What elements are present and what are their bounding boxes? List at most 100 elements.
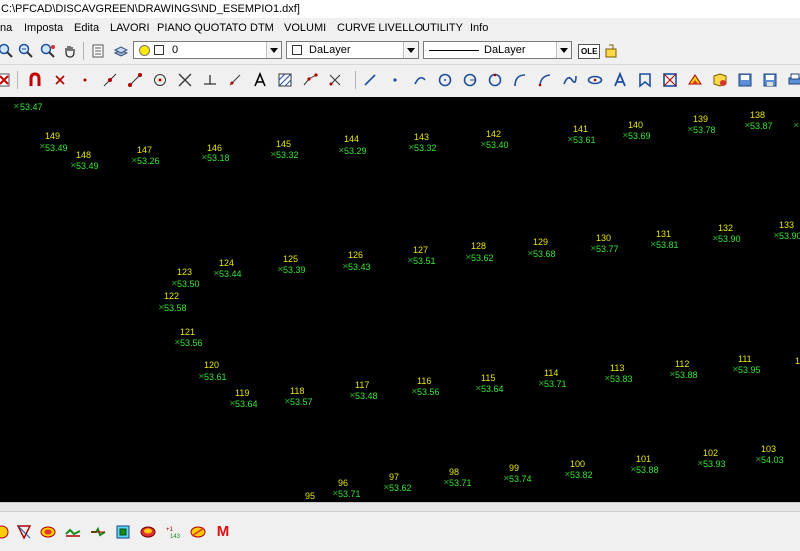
draw-arc-center-icon[interactable]	[510, 70, 530, 90]
menu-dtm[interactable]: DTM	[250, 18, 274, 38]
draw-text-icon[interactable]	[610, 70, 630, 90]
triangulate-icon[interactable]	[14, 522, 34, 542]
hatch-icon[interactable]	[275, 70, 295, 90]
point-elevation: 53.51	[413, 256, 436, 266]
draw-line-icon[interactable]	[360, 70, 380, 90]
export-icon[interactable]	[735, 70, 755, 90]
point-elevation: 53.64	[481, 384, 504, 394]
point-number: 101	[636, 454, 652, 464]
drawing-canvas[interactable]: x53.47✕ 149✕53.49 148✕53.49 147✕53.26 14…	[0, 97, 800, 502]
save-icon[interactable]	[760, 70, 780, 90]
draw-spline-icon[interactable]	[560, 70, 580, 90]
point-elevation: 53.50	[177, 279, 200, 289]
zoom-window-icon[interactable]	[0, 41, 16, 61]
point-number: 148	[76, 150, 92, 160]
menu-piano-quotato[interactable]: PIANO QUOTATO	[157, 18, 247, 38]
linetype-select[interactable]: DaLayer	[423, 41, 572, 59]
chevron-down-icon[interactable]	[556, 42, 571, 58]
menu-volumi[interactable]: VOLUMI	[284, 18, 326, 38]
draw-ellipse-icon[interactable]	[585, 70, 605, 90]
toolbar-separator	[83, 42, 84, 60]
surface-icon[interactable]	[685, 70, 705, 90]
properties-icon[interactable]	[88, 41, 108, 61]
horizontal-scrollbar[interactable]	[0, 502, 800, 511]
point-number: 141	[573, 124, 589, 134]
menu-imposta[interactable]: Imposta	[24, 18, 63, 38]
snap-end-icon[interactable]	[50, 70, 70, 90]
pan-hand-icon[interactable]	[60, 41, 80, 61]
point-elevation: 53.64	[235, 399, 258, 409]
dtm-icon[interactable]	[660, 70, 680, 90]
point-elevation: 53.74	[509, 474, 532, 484]
draw-point-icon[interactable]	[385, 70, 405, 90]
layers-icon[interactable]	[111, 41, 131, 61]
magnet-icon[interactable]	[25, 70, 45, 90]
layer-manager-icon[interactable]	[710, 70, 730, 90]
ole-button[interactable]: OLE	[578, 44, 601, 59]
ole-insert-icon[interactable]	[601, 41, 621, 61]
menu-utility[interactable]: UTILITY	[422, 18, 463, 38]
point-marker-icon: ✕	[13, 102, 20, 111]
zoom-previous-icon[interactable]	[38, 41, 58, 61]
point-number: 143	[414, 132, 430, 142]
point-elevation: 53.32	[414, 143, 437, 153]
zoom-extents-icon[interactable]	[16, 41, 36, 61]
snap-tangent-icon[interactable]	[225, 70, 245, 90]
menu-file[interactable]: na	[0, 18, 12, 38]
point-number: 149	[45, 131, 61, 141]
draw-curve-icon[interactable]	[535, 70, 555, 90]
standard-toolbar: 0 DaLayer DaLayer OLE	[0, 38, 800, 65]
select-icon[interactable]	[0, 522, 12, 542]
contour-icon[interactable]	[38, 522, 58, 542]
insert-block-icon[interactable]	[635, 70, 655, 90]
draw-arc-3p-icon[interactable]	[485, 70, 505, 90]
window-title: C:\PFCAD\DISCAVGREEN\DRAWINGS\ND_ESEMPIO…	[0, 0, 800, 18]
menu-edita[interactable]: Edita	[74, 18, 99, 38]
color-select[interactable]: DaLayer	[286, 41, 419, 59]
snap-perp-icon[interactable]	[200, 70, 220, 90]
snap-line-icon[interactable]	[125, 70, 145, 90]
point-number-partial: 1	[795, 356, 800, 366]
polyline-snap-icon[interactable]	[300, 70, 320, 90]
measure-button[interactable]: M	[213, 521, 233, 541]
point-number: 97	[389, 472, 400, 482]
point-number: 114	[544, 368, 559, 378]
draw-circle-radius-icon[interactable]	[460, 70, 480, 90]
chevron-down-icon[interactable]	[403, 42, 418, 58]
print-icon[interactable]	[785, 70, 800, 90]
volume-icon[interactable]	[138, 522, 158, 542]
section-icon[interactable]	[188, 522, 208, 542]
svg-text:143: 143	[170, 534, 181, 540]
point-elevation: 53.57	[290, 397, 313, 407]
point-number: 146	[207, 143, 223, 153]
text-icon[interactable]	[250, 70, 270, 90]
snap-intersection-icon[interactable]	[175, 70, 195, 90]
layer-select[interactable]: 0	[133, 41, 282, 59]
point-marker-icon: ✕	[793, 121, 800, 130]
snap-center-icon[interactable]	[150, 70, 170, 90]
point-number: 98	[449, 467, 460, 477]
menu-lavori[interactable]: LAVORI	[110, 18, 150, 38]
grid-3d-icon[interactable]	[113, 522, 133, 542]
toolbar-separator	[355, 71, 356, 89]
snap-mid-icon[interactable]	[100, 70, 120, 90]
menu-info[interactable]: Info	[470, 18, 488, 38]
menu-curve-livello[interactable]: CURVE LIVELLO	[337, 18, 423, 38]
point-number: 130	[596, 233, 612, 243]
point-elevation: 53.78	[693, 125, 716, 135]
delete-icon[interactable]	[0, 70, 14, 90]
point-elevation: 53.48	[355, 391, 378, 401]
draw-circle-icon[interactable]	[435, 70, 455, 90]
point-number: 103	[761, 444, 777, 454]
point-number: 140	[628, 120, 644, 130]
snap-off-icon[interactable]	[325, 70, 345, 90]
section-line-icon[interactable]	[88, 522, 108, 542]
draw-arc-icon[interactable]	[410, 70, 430, 90]
terrain-toolbar: +1 143 M	[0, 511, 800, 551]
point-number: 111	[738, 354, 752, 364]
profile-icon[interactable]	[63, 522, 83, 542]
chevron-down-icon[interactable]	[266, 42, 281, 58]
snap-node-icon[interactable]	[75, 70, 95, 90]
point-elevation: 53.18	[207, 153, 230, 163]
label-points-icon[interactable]: +1 143	[163, 522, 183, 542]
